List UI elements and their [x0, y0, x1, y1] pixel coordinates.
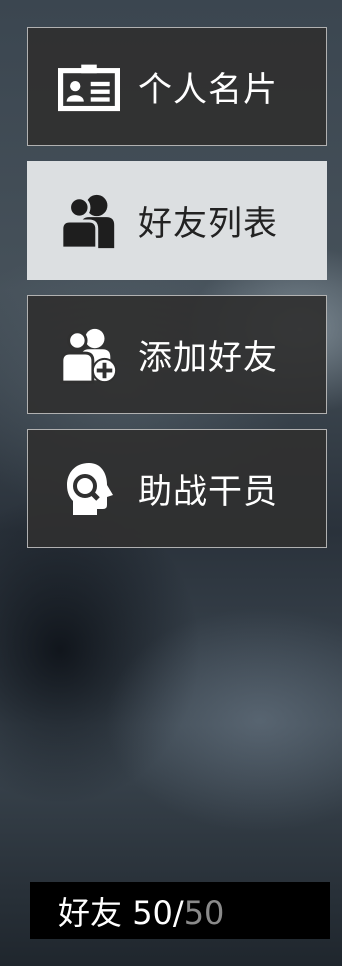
friend-count: 好友 50/50 [58, 888, 224, 934]
support-operator-icon [58, 458, 120, 520]
menu-item-friend-list[interactable]: 好友列表 [27, 161, 327, 280]
menu-label-support-operator: 助战干员 [138, 472, 278, 512]
menu-label-friend-list: 好友列表 [138, 204, 278, 244]
friend-count-max: 50 [183, 893, 225, 932]
menu-item-business-card[interactable]: 个人名片 [27, 27, 327, 146]
friend-count-label: 好友 [58, 893, 123, 932]
add-friend-icon [58, 324, 120, 386]
friends-icon [58, 190, 120, 252]
side-menu: 个人名片 好友列表 添加好友 助战干员 [27, 27, 327, 563]
friend-count-current: 50 [132, 893, 173, 932]
menu-item-add-friend[interactable]: 添加好友 [27, 295, 327, 414]
menu-label-add-friend: 添加好友 [138, 338, 278, 378]
menu-item-support-operator[interactable]: 助战干员 [27, 429, 327, 548]
menu-label-business-card: 个人名片 [138, 70, 278, 110]
friend-count-separator: / [172, 893, 184, 932]
id-card-icon [58, 56, 120, 118]
friend-count-bar: 好友 50/50 [30, 882, 330, 939]
